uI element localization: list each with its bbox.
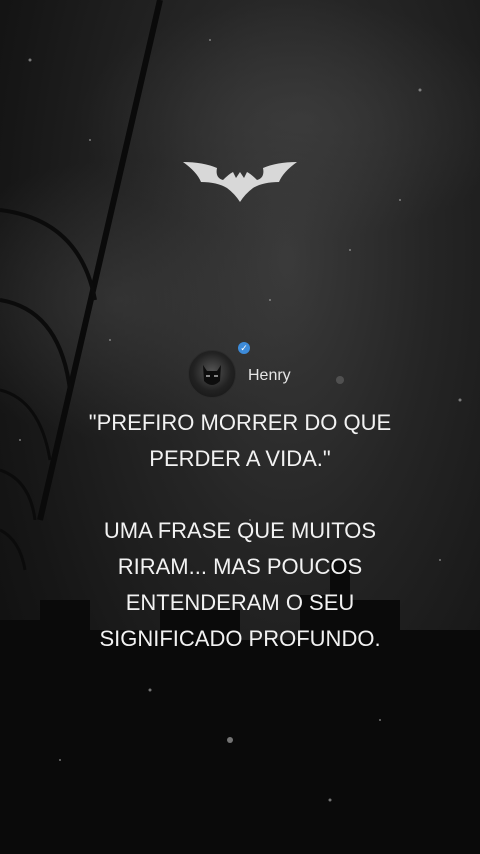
author-name: Henry bbox=[248, 367, 291, 384]
quote-text: "PREFIRO MORRER DO QUE PERDER A VIDA." U… bbox=[0, 405, 480, 657]
batman-avatar-icon bbox=[203, 365, 221, 385]
author-row: Henry bbox=[188, 350, 291, 398]
quote-line: PERDER A VIDA." bbox=[149, 446, 331, 471]
avatar[interactable] bbox=[188, 350, 236, 398]
quote-line: ENTENDERAM O SEU bbox=[125, 590, 355, 615]
quote-line: SIGNIFICADO PROFUNDO. bbox=[99, 626, 381, 651]
quote-line: "PREFIRO MORRER DO QUE bbox=[88, 410, 392, 435]
verified-badge-icon: ✓ bbox=[238, 342, 250, 354]
quote-line: RIRAM... MAS POUCOS bbox=[117, 554, 363, 579]
quote-line: UMA FRASE QUE MUITOS bbox=[103, 518, 377, 543]
bat-symbol-icon bbox=[183, 162, 297, 202]
